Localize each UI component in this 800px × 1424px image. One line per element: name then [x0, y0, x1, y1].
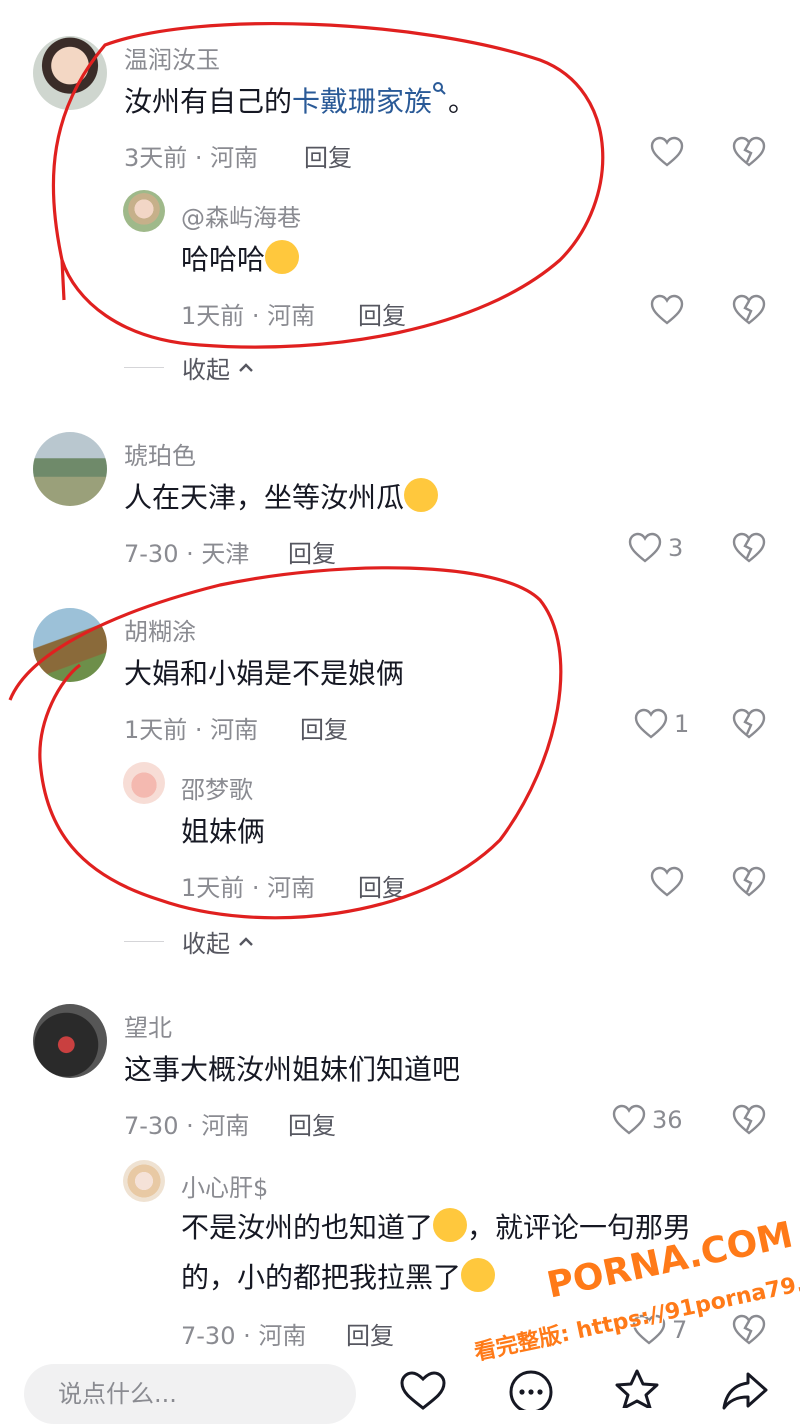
dislike-button[interactable]	[732, 866, 766, 902]
broken-heart-icon	[732, 294, 766, 325]
comment-text: 人在天津，坐等汝州瓜	[124, 476, 439, 520]
broken-heart-icon	[732, 532, 766, 563]
reply-username[interactable]: @森屿海巷	[181, 198, 301, 233]
collapse-replies-button[interactable]: 收起	[124, 924, 256, 959]
share-icon[interactable]	[720, 1370, 770, 1410]
reply-button[interactable]: 回复	[304, 138, 352, 173]
dislike-button[interactable]	[732, 532, 766, 568]
like-button[interactable]	[650, 294, 684, 326]
comment-meta: 7-30 · 河南	[124, 1112, 250, 1140]
heart-icon	[650, 136, 684, 167]
avatar[interactable]	[33, 432, 107, 506]
reply-button[interactable]: 回复	[288, 1106, 336, 1141]
laughing-crying-emoji-icon	[404, 478, 439, 512]
search-link[interactable]: 卡戴珊家族	[292, 82, 448, 118]
broken-heart-icon	[732, 1314, 766, 1345]
reply-text: 姐妹俩	[181, 815, 266, 848]
star-icon[interactable]	[612, 1368, 662, 1408]
reply-button[interactable]: 回复	[300, 710, 348, 745]
red-annotation-overlay	[8, 22, 605, 920]
grin-sweat-emoji-icon	[265, 240, 300, 274]
like-button[interactable]	[650, 136, 684, 168]
divider	[124, 367, 164, 368]
broken-heart-icon	[732, 866, 766, 897]
broken-heart-icon	[732, 708, 766, 739]
heart-icon	[650, 866, 684, 897]
comment-text: 这事大概汝州姐妹们知道吧	[124, 1053, 461, 1086]
dislike-button[interactable]	[732, 136, 766, 172]
reply-text: 哈哈哈	[181, 238, 300, 282]
avatar[interactable]	[123, 190, 165, 232]
dislike-button[interactable]	[732, 1104, 766, 1140]
like-count: 3	[668, 534, 684, 562]
comment-text: 汝州有自己的卡戴珊家族。	[124, 80, 476, 124]
dislike-button[interactable]	[732, 1314, 766, 1350]
chevron-up-icon	[239, 936, 253, 946]
avatar[interactable]	[33, 1004, 107, 1078]
heart-icon[interactable]	[398, 1370, 448, 1410]
comment-username[interactable]: 琥珀色	[124, 436, 196, 471]
bottom-action-bar: 说点什么...	[0, 1350, 800, 1424]
comment-meta: 7-30 · 天津	[124, 540, 250, 568]
heart-icon	[628, 532, 662, 563]
reply-button[interactable]: 回复	[346, 1316, 394, 1351]
collapse-replies-button[interactable]: 收起	[124, 350, 256, 385]
avatar[interactable]	[123, 762, 165, 804]
like-button[interactable]: 36	[612, 1104, 683, 1136]
like-count: 36	[652, 1106, 683, 1134]
avatar[interactable]	[33, 36, 107, 110]
comment-text: 大娟和小娟是不是娘俩	[124, 657, 405, 690]
reply-meta: 1天前 · 河南	[181, 874, 316, 902]
heart-icon	[650, 294, 684, 325]
like-button[interactable]	[650, 866, 684, 898]
dislike-button[interactable]	[732, 294, 766, 330]
broken-heart-icon	[732, 136, 766, 167]
comment-bubble-icon[interactable]	[506, 1370, 556, 1410]
reply-meta: 1天前 · 河南	[181, 302, 316, 330]
dislike-button[interactable]	[732, 708, 766, 744]
reply-username[interactable]: 邵梦歌	[181, 770, 253, 805]
crying-emoji-icon	[433, 1208, 468, 1242]
heart-icon	[634, 708, 668, 739]
chevron-up-icon	[239, 362, 253, 372]
reply-button[interactable]: 回复	[358, 868, 406, 903]
reply-meta: 7-30 · 河南	[181, 1322, 307, 1350]
divider	[124, 941, 164, 942]
like-button[interactable]: 1	[634, 708, 689, 740]
avatar[interactable]	[33, 608, 107, 682]
reply-text-line-2: 的，小的都把我拉黑了	[181, 1256, 496, 1300]
heart-icon	[612, 1104, 646, 1135]
search-icon	[433, 82, 446, 95]
reply-text-line-1: 不是汝州的也知道了 ，就评论一句那男	[181, 1206, 691, 1250]
comment-username[interactable]: 望北	[124, 1008, 172, 1043]
like-button[interactable]: 3	[628, 532, 683, 564]
comment-input-placeholder: 说点什么...	[58, 1380, 177, 1408]
comment-username[interactable]: 胡糊涂	[124, 612, 196, 647]
reply-button[interactable]: 回复	[288, 534, 336, 569]
comment-meta: 3天前 · 河南	[124, 144, 259, 172]
like-count: 1	[674, 710, 690, 738]
broken-heart-icon	[732, 1104, 766, 1135]
comment-meta: 1天前 · 河南	[124, 716, 259, 744]
reply-username[interactable]: 小心肝$	[181, 1168, 268, 1203]
laughing-squint-emoji-icon	[461, 1258, 496, 1292]
reply-button[interactable]: 回复	[358, 296, 406, 331]
comment-username[interactable]: 温润汝玉	[124, 40, 220, 75]
avatar[interactable]	[123, 1160, 165, 1202]
